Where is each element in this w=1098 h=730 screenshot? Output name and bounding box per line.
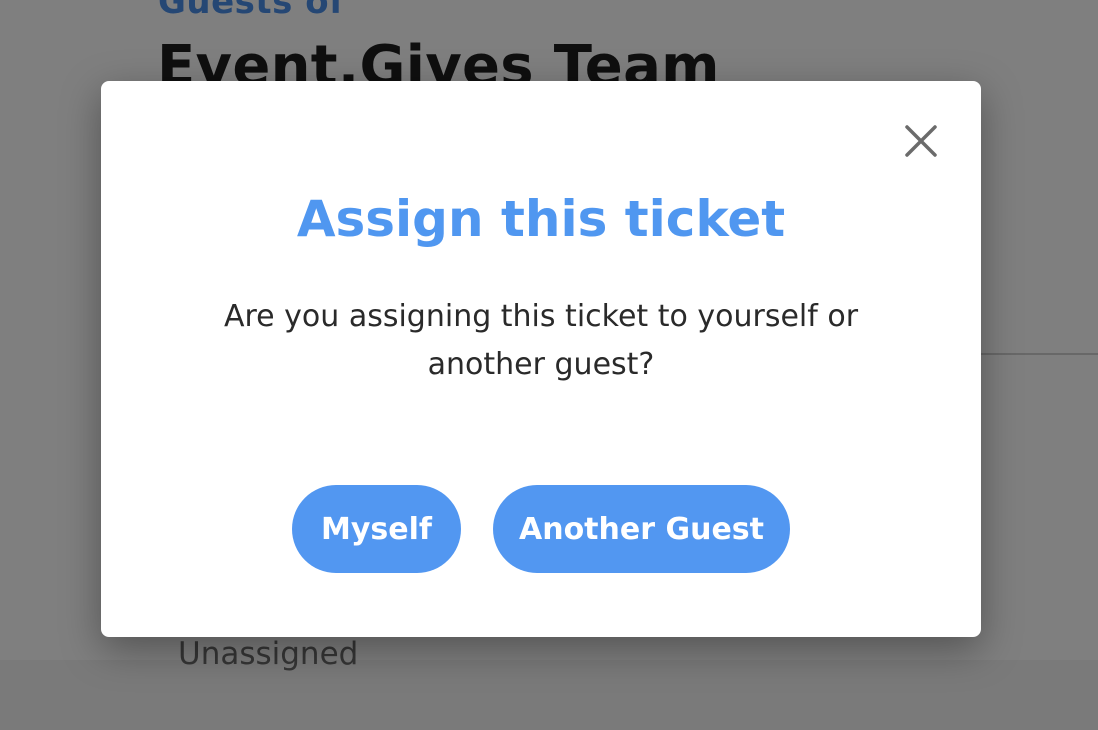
modal-title: Assign this ticket: [296, 190, 786, 248]
myself-button[interactable]: Myself: [292, 485, 461, 573]
modal-description: Are you assigning this ticket to yoursel…: [191, 293, 891, 389]
close-button[interactable]: [903, 123, 939, 159]
modal-button-row: Myself Another Guest: [101, 485, 981, 573]
close-icon: [905, 125, 937, 157]
modal-description-line-2: another guest?: [427, 347, 655, 382]
assign-ticket-modal: Assign this ticket Are you assigning thi…: [101, 81, 981, 637]
modal-description-line-1: Are you assigning this ticket to yoursel…: [223, 299, 859, 334]
another-guest-button[interactable]: Another Guest: [493, 485, 790, 573]
